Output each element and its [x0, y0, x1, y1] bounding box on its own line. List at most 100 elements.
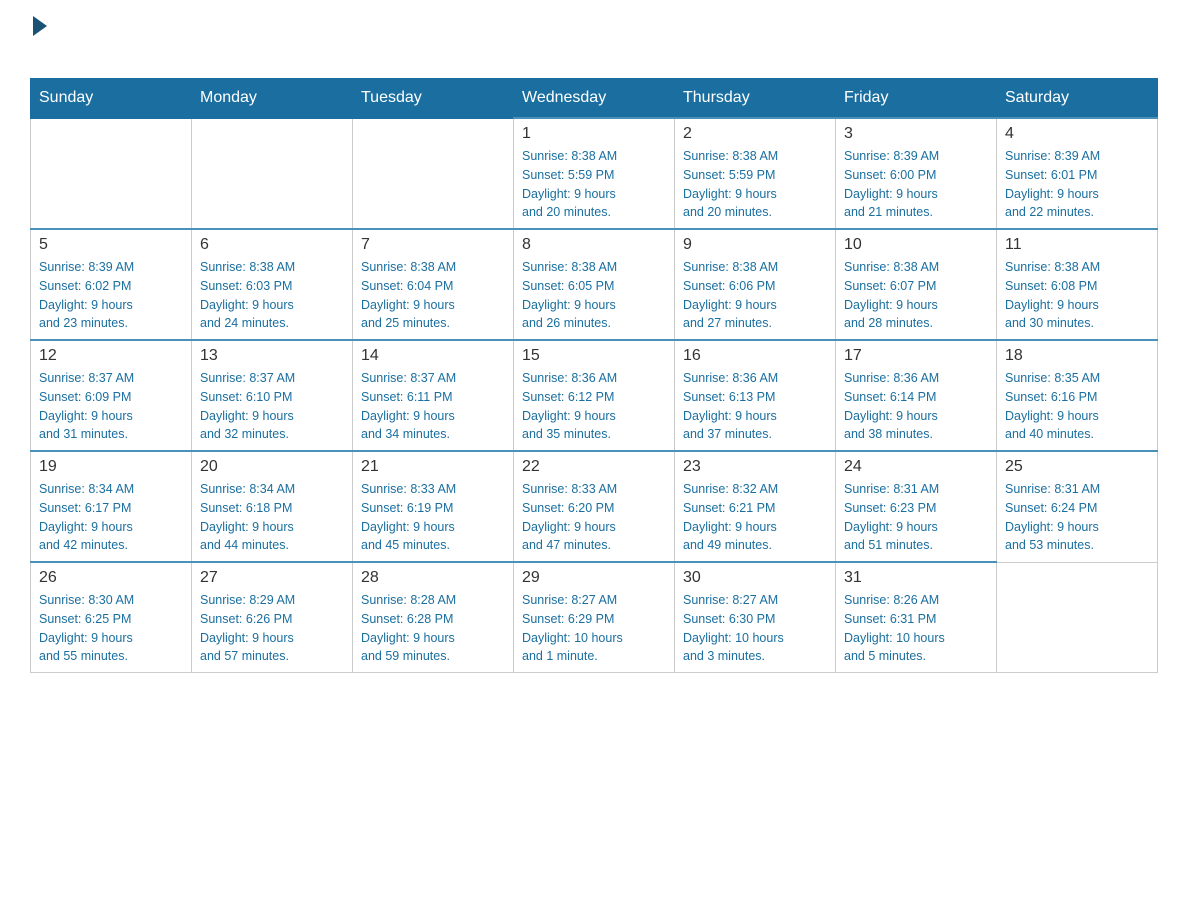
day-info: Sunrise: 8:27 AM Sunset: 6:29 PM Dayligh…: [522, 591, 666, 666]
day-number: 1: [522, 125, 666, 143]
day-info: Sunrise: 8:39 AM Sunset: 6:00 PM Dayligh…: [844, 147, 988, 222]
logo: [30, 20, 47, 68]
day-number: 18: [1005, 347, 1149, 365]
day-info: Sunrise: 8:26 AM Sunset: 6:31 PM Dayligh…: [844, 591, 988, 666]
weekday-header-monday: Monday: [192, 79, 353, 119]
week-row-2: 12Sunrise: 8:37 AM Sunset: 6:09 PM Dayli…: [31, 340, 1158, 451]
day-info: Sunrise: 8:28 AM Sunset: 6:28 PM Dayligh…: [361, 591, 505, 666]
day-number: 14: [361, 347, 505, 365]
day-number: 15: [522, 347, 666, 365]
calendar-cell: 21 Sunrise: 8:33 AM Sunset: 6:19 PM Dayli…: [353, 451, 514, 562]
calendar-cell: 29 Sunrise: 8:27 AM Sunset: 6:29 PM Dayli…: [514, 562, 675, 673]
day-info: Sunrise: 8:33 AM Sunset: 6:19 PM Dayligh…: [361, 480, 505, 555]
calendar-cell: 27 Sunrise: 8:29 AM Sunset: 6:26 PM Dayli…: [192, 562, 353, 673]
calendar-cell: 13 Sunrise: 8:37 AM Sunset: 6:10 PM Dayli…: [192, 340, 353, 451]
logo-line: [30, 20, 47, 36]
calendar-cell: 18 Sunrise: 8:35 AM Sunset: 6:16 PM Dayli…: [997, 340, 1158, 451]
calendar-cell: 28 Sunrise: 8:28 AM Sunset: 6:28 PM Dayli…: [353, 562, 514, 673]
calendar-cell: 3Sunrise: 8:39 AM Sunset: 6:00 PM Daylig…: [836, 118, 997, 229]
calendar-cell: 24Sunrise: 8:31 AM Sunset: 6:23 PM Dayli…: [836, 451, 997, 562]
calendar-cell: 12Sunrise: 8:37 AM Sunset: 6:09 PM Dayli…: [31, 340, 192, 451]
day-info: Sunrise: 8:34 AM Sunset: 6:17 PM Dayligh…: [39, 480, 183, 555]
logo-arrow-icon: [33, 16, 47, 36]
weekday-header-thursday: Thursday: [675, 79, 836, 119]
calendar-cell: 2Sunrise: 8:38 AM Sunset: 5:59 PM Daylig…: [675, 118, 836, 229]
week-row-4: 26 Sunrise: 8:30 AM Sunset: 6:25 PM Dayli…: [31, 562, 1158, 673]
calendar-cell: [997, 562, 1158, 673]
day-number: 26: [39, 569, 183, 587]
calendar-cell: 8 Sunrise: 8:38 AM Sunset: 6:05 PM Daylig…: [514, 229, 675, 340]
weekday-header-wednesday: Wednesday: [514, 79, 675, 119]
day-info: Sunrise: 8:33 AM Sunset: 6:20 PM Dayligh…: [522, 480, 666, 555]
day-info: Sunrise: 8:38 AM Sunset: 6:03 PM Dayligh…: [200, 258, 344, 333]
day-info: Sunrise: 8:37 AM Sunset: 6:11 PM Dayligh…: [361, 369, 505, 444]
day-number: 16: [683, 347, 827, 365]
calendar-cell: [353, 118, 514, 229]
day-number: 8: [522, 236, 666, 254]
day-number: 31: [844, 569, 988, 587]
day-info: Sunrise: 8:38 AM Sunset: 6:07 PM Dayligh…: [844, 258, 988, 333]
calendar-cell: 16 Sunrise: 8:36 AM Sunset: 6:13 PM Dayli…: [675, 340, 836, 451]
calendar-cell: 20Sunrise: 8:34 AM Sunset: 6:18 PM Dayli…: [192, 451, 353, 562]
day-info: Sunrise: 8:36 AM Sunset: 6:14 PM Dayligh…: [844, 369, 988, 444]
calendar-cell: 30Sunrise: 8:27 AM Sunset: 6:30 PM Dayli…: [675, 562, 836, 673]
day-number: 7: [361, 236, 505, 254]
day-info: Sunrise: 8:39 AM Sunset: 6:01 PM Dayligh…: [1005, 147, 1149, 222]
day-number: 20: [200, 458, 344, 476]
day-number: 23: [683, 458, 827, 476]
weekday-header-row: SundayMondayTuesdayWednesdayThursdayFrid…: [31, 79, 1158, 119]
day-info: Sunrise: 8:37 AM Sunset: 6:09 PM Dayligh…: [39, 369, 183, 444]
calendar-cell: 15 Sunrise: 8:36 AM Sunset: 6:12 PM Dayli…: [514, 340, 675, 451]
calendar-table: SundayMondayTuesdayWednesdayThursdayFrid…: [30, 78, 1158, 673]
day-number: 27: [200, 569, 344, 587]
weekday-header-sunday: Sunday: [31, 79, 192, 119]
day-number: 17: [844, 347, 988, 365]
weekday-header-friday: Friday: [836, 79, 997, 119]
week-row-3: 19 Sunrise: 8:34 AM Sunset: 6:17 PM Dayli…: [31, 451, 1158, 562]
calendar-cell: 7 Sunrise: 8:38 AM Sunset: 6:04 PM Daylig…: [353, 229, 514, 340]
calendar-cell: 23 Sunrise: 8:32 AM Sunset: 6:21 PM Dayli…: [675, 451, 836, 562]
calendar-cell: 9 Sunrise: 8:38 AM Sunset: 6:06 PM Daylig…: [675, 229, 836, 340]
day-info: Sunrise: 8:37 AM Sunset: 6:10 PM Dayligh…: [200, 369, 344, 444]
day-info: Sunrise: 8:38 AM Sunset: 6:04 PM Dayligh…: [361, 258, 505, 333]
calendar-cell: 10Sunrise: 8:38 AM Sunset: 6:07 PM Dayli…: [836, 229, 997, 340]
day-number: 4: [1005, 125, 1149, 143]
day-info: Sunrise: 8:39 AM Sunset: 6:02 PM Dayligh…: [39, 258, 183, 333]
day-number: 24: [844, 458, 988, 476]
calendar-cell: 5 Sunrise: 8:39 AM Sunset: 6:02 PM Daylig…: [31, 229, 192, 340]
day-info: Sunrise: 8:27 AM Sunset: 6:30 PM Dayligh…: [683, 591, 827, 666]
calendar-cell: 14 Sunrise: 8:37 AM Sunset: 6:11 PM Dayli…: [353, 340, 514, 451]
day-info: Sunrise: 8:32 AM Sunset: 6:21 PM Dayligh…: [683, 480, 827, 555]
day-info: Sunrise: 8:31 AM Sunset: 6:24 PM Dayligh…: [1005, 480, 1149, 555]
day-info: Sunrise: 8:38 AM Sunset: 5:59 PM Dayligh…: [522, 147, 666, 222]
day-info: Sunrise: 8:29 AM Sunset: 6:26 PM Dayligh…: [200, 591, 344, 666]
day-info: Sunrise: 8:38 AM Sunset: 6:05 PM Dayligh…: [522, 258, 666, 333]
day-info: Sunrise: 8:36 AM Sunset: 6:12 PM Dayligh…: [522, 369, 666, 444]
day-number: 9: [683, 236, 827, 254]
calendar-cell: 19 Sunrise: 8:34 AM Sunset: 6:17 PM Dayli…: [31, 451, 192, 562]
day-number: 25: [1005, 458, 1149, 476]
day-info: Sunrise: 8:38 AM Sunset: 6:06 PM Dayligh…: [683, 258, 827, 333]
day-number: 19: [39, 458, 183, 476]
calendar-cell: [31, 118, 192, 229]
day-number: 22: [522, 458, 666, 476]
day-number: 13: [200, 347, 344, 365]
weekday-header-saturday: Saturday: [997, 79, 1158, 119]
day-info: Sunrise: 8:38 AM Sunset: 6:08 PM Dayligh…: [1005, 258, 1149, 333]
page-header: [30, 20, 1158, 68]
day-number: 29: [522, 569, 666, 587]
calendar-cell: 6 Sunrise: 8:38 AM Sunset: 6:03 PM Daylig…: [192, 229, 353, 340]
week-row-0: 1 Sunrise: 8:38 AM Sunset: 5:59 PM Daylig…: [31, 118, 1158, 229]
week-row-1: 5 Sunrise: 8:39 AM Sunset: 6:02 PM Daylig…: [31, 229, 1158, 340]
day-number: 28: [361, 569, 505, 587]
calendar-cell: 31 Sunrise: 8:26 AM Sunset: 6:31 PM Dayli…: [836, 562, 997, 673]
day-info: Sunrise: 8:35 AM Sunset: 6:16 PM Dayligh…: [1005, 369, 1149, 444]
day-number: 5: [39, 236, 183, 254]
day-number: 6: [200, 236, 344, 254]
day-number: 2: [683, 125, 827, 143]
day-number: 21: [361, 458, 505, 476]
day-info: Sunrise: 8:30 AM Sunset: 6:25 PM Dayligh…: [39, 591, 183, 666]
calendar-cell: 4 Sunrise: 8:39 AM Sunset: 6:01 PM Daylig…: [997, 118, 1158, 229]
day-info: Sunrise: 8:36 AM Sunset: 6:13 PM Dayligh…: [683, 369, 827, 444]
calendar-cell: 22 Sunrise: 8:33 AM Sunset: 6:20 PM Dayli…: [514, 451, 675, 562]
